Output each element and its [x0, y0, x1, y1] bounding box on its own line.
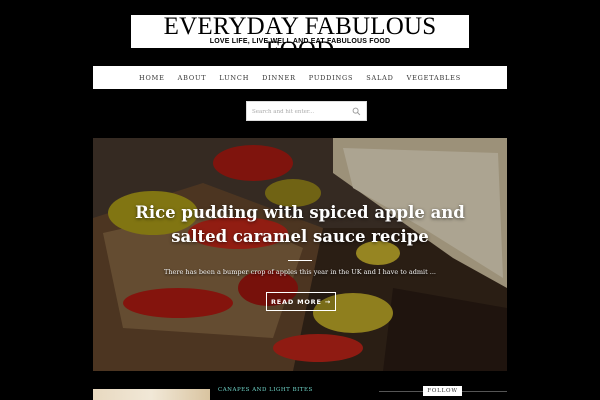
nav-item-lunch[interactable]: LUNCH [213, 74, 256, 82]
site-logo[interactable]: EVERYDAY FABULOUS FOOD LOVE LIFE, LIVE W… [131, 14, 469, 63]
site-tagline: LOVE LIFE, LIVE WELL AND EAT FABULOUS FO… [209, 38, 391, 45]
featured-post: Rice pudding with spiced apple and salte… [93, 138, 507, 371]
nav-item-vegetables[interactable]: VEGETABLES [400, 74, 467, 82]
main-navigation: HOME ABOUT LUNCH DINNER PUDDINGS SALAD V… [93, 66, 507, 89]
post-title[interactable]: Rice pudding with spiced apple and salte… [113, 201, 487, 249]
hero-overlay [93, 138, 507, 371]
nav-item-home[interactable]: HOME [133, 74, 172, 82]
nav-item-about[interactable]: ABOUT [171, 74, 213, 82]
category-link[interactable]: CANAPES AND LIGHT BITES [218, 387, 313, 393]
search-icon[interactable] [352, 107, 361, 116]
follow-heading: FOLLOW [423, 386, 462, 396]
title-divider [288, 260, 312, 261]
nav-item-puddings[interactable]: PUDDINGS [302, 74, 359, 82]
search-input[interactable] [252, 106, 352, 117]
post-thumbnail[interactable] [93, 389, 210, 400]
nav-item-dinner[interactable]: DINNER [256, 74, 303, 82]
nav-item-salad[interactable]: SALAD [360, 74, 400, 82]
search-box [246, 101, 367, 121]
post-excerpt: There has been a bumper crop of apples t… [164, 268, 436, 276]
read-more-button[interactable]: READ MORE → [266, 292, 336, 311]
